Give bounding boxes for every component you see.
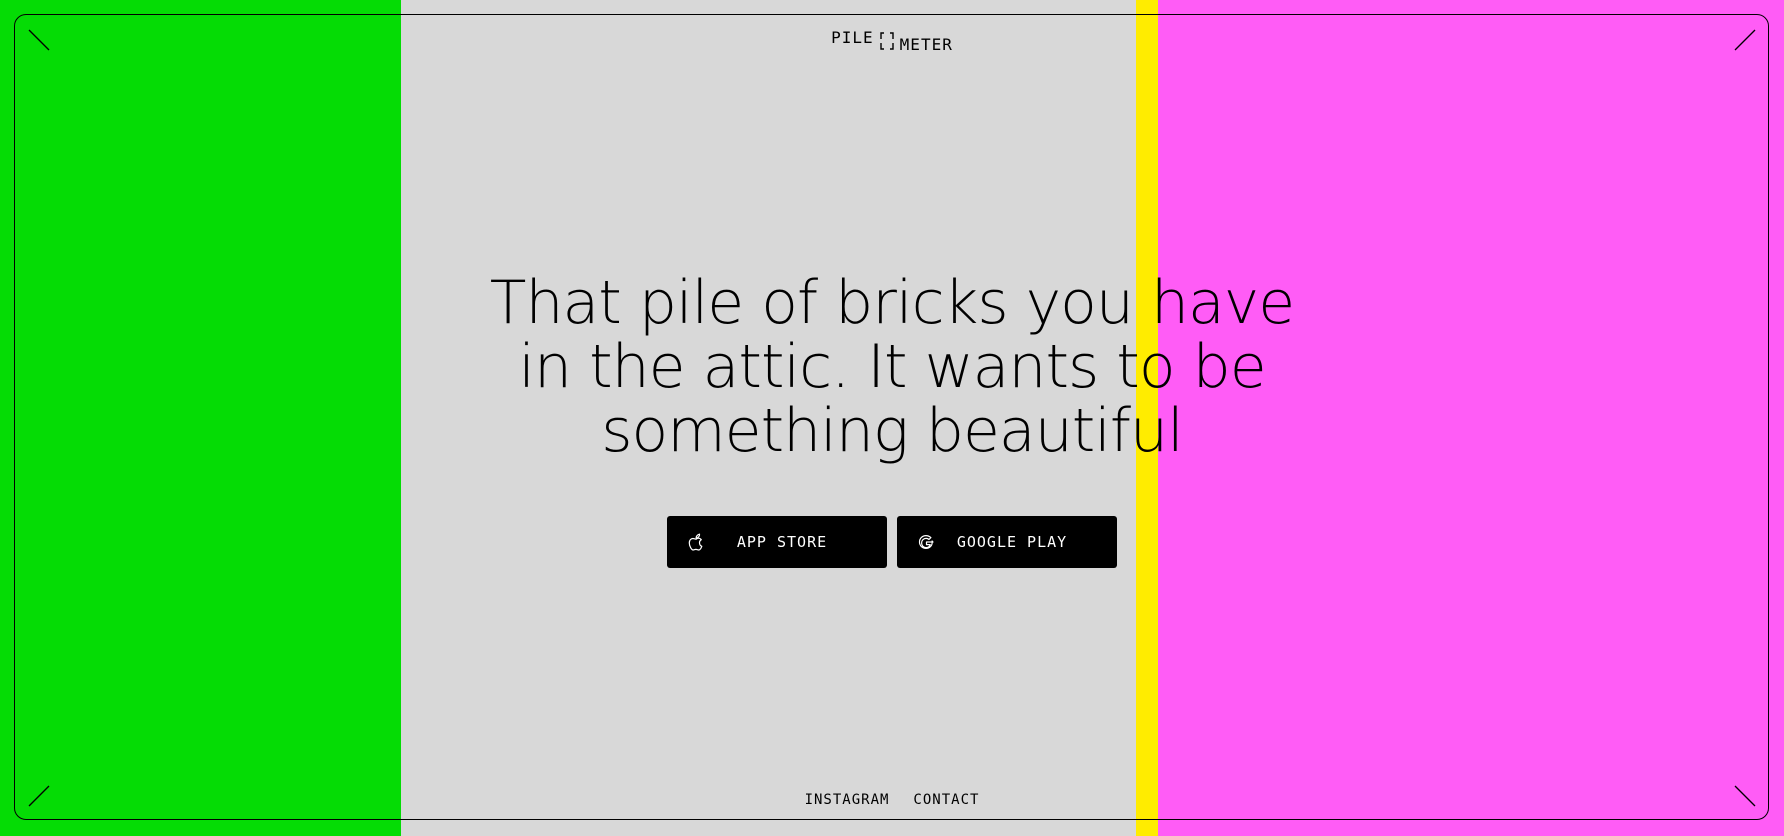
logo-word-pile: PILE	[831, 28, 874, 47]
app-store-label: APP STORE	[736, 533, 828, 551]
google-play-button[interactable]: GOOGLE PLAY	[897, 516, 1117, 568]
apple-icon	[685, 531, 707, 553]
hero-line-2: in the attic. It wants to be	[518, 332, 1266, 402]
hero-headline: That pile of bricks you have in the atti…	[0, 271, 1784, 463]
page: PILE METER That pile of bricks you have …	[0, 0, 1784, 836]
footer-link-contact[interactable]: CONTACT	[913, 792, 979, 808]
logo-word-meter: METER	[899, 35, 953, 54]
hero-line-1: That pile of bricks you have	[489, 268, 1295, 338]
store-buttons: APP STORE GOOGLE PLAY	[0, 516, 1784, 568]
app-store-button[interactable]: APP STORE	[667, 516, 887, 568]
google-icon	[915, 531, 937, 553]
hero-line-3: something beautiful	[601, 396, 1183, 466]
bracket-square-icon	[878, 28, 896, 52]
footer-nav: INSTAGRAM CONTACT	[0, 792, 1784, 808]
footer-link-instagram[interactable]: INSTAGRAM	[805, 792, 890, 808]
logo[interactable]: PILE METER	[0, 28, 1784, 53]
google-play-label: GOOGLE PLAY	[956, 533, 1068, 551]
